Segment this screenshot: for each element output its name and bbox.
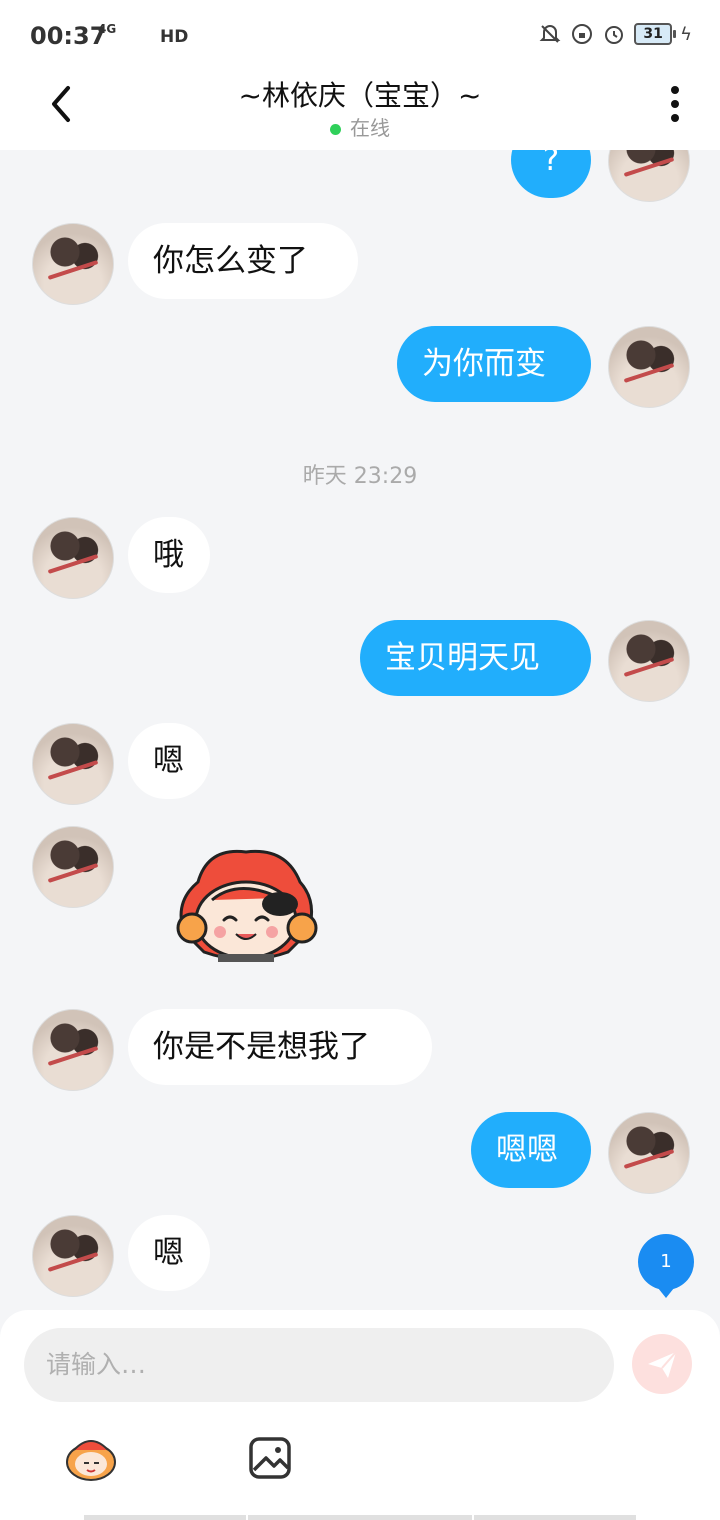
- network-indicator: 4G: [98, 22, 117, 36]
- message-input[interactable]: 请输入…: [24, 1328, 614, 1402]
- message-bubble-in[interactable]: 哦: [128, 517, 210, 593]
- contact-avatar[interactable]: [32, 1009, 114, 1091]
- message-bubble-out[interactable]: 宝贝明天见: [360, 620, 591, 696]
- my-avatar[interactable]: [608, 1112, 690, 1194]
- message-bubble-in[interactable]: 你是不是想我了: [128, 1009, 432, 1085]
- message-bubble-out[interactable]: 为你而变: [397, 326, 591, 402]
- status-icons: 31 ϟ: [538, 22, 692, 46]
- status-bar: 00:37 4G HD 31 ϟ: [0, 0, 720, 72]
- emoji-sticker-icon[interactable]: [62, 1434, 120, 1482]
- my-avatar[interactable]: [608, 150, 690, 202]
- nav-indicator: [84, 1515, 246, 1520]
- message-list[interactable]: ? 你怎么变了 为你而变 昨天 23:29 哦 宝贝明天见 嗯 你是不是想我了 …: [0, 150, 720, 1310]
- message-bubble-in[interactable]: 嗯: [128, 1215, 210, 1291]
- paper-plane-icon: [648, 1351, 677, 1378]
- message-bubble-in[interactable]: 嗯: [128, 723, 210, 799]
- time-separator: 昨天 23:29: [302, 464, 418, 489]
- composer-panel: 请输入…: [0, 1310, 720, 1520]
- hd-indicator: HD: [160, 27, 189, 47]
- contact-avatar[interactable]: [32, 723, 114, 805]
- send-button[interactable]: [632, 1334, 692, 1394]
- my-avatar[interactable]: [608, 620, 690, 702]
- image-icon[interactable]: [248, 1436, 292, 1480]
- message-bubble-out[interactable]: ?: [511, 150, 591, 198]
- lock-rotation-icon: [572, 24, 593, 44]
- online-dot-icon: [330, 124, 341, 135]
- chat-title: ~林依庆（宝宝）~: [238, 79, 482, 112]
- contact-avatar[interactable]: [32, 826, 114, 908]
- more-options-icon[interactable]: [660, 84, 690, 124]
- contact-avatar[interactable]: [32, 223, 114, 305]
- nav-indicator: [248, 1515, 472, 1520]
- contact-avatar[interactable]: [32, 1215, 114, 1297]
- nav-indicator: [474, 1515, 636, 1520]
- online-status-label: 在线: [350, 116, 390, 140]
- chat-header: ~林依庆（宝宝）~ 在线: [0, 72, 720, 150]
- online-status: 在线: [0, 112, 720, 141]
- cartoon-character-sticker[interactable]: [168, 842, 324, 966]
- my-avatar[interactable]: [608, 326, 690, 408]
- contact-avatar[interactable]: [32, 517, 114, 599]
- message-bubble-in[interactable]: 你怎么变了: [128, 223, 358, 299]
- battery-indicator: 31: [634, 23, 677, 45]
- unread-count-badge[interactable]: 1: [638, 1234, 694, 1298]
- message-bubble-out[interactable]: 嗯嗯: [471, 1112, 591, 1188]
- mute-icon: [539, 25, 561, 43]
- status-time: 00:37: [30, 22, 107, 50]
- charging-icon: ϟ: [680, 23, 692, 45]
- alarm-icon: [605, 26, 624, 44]
